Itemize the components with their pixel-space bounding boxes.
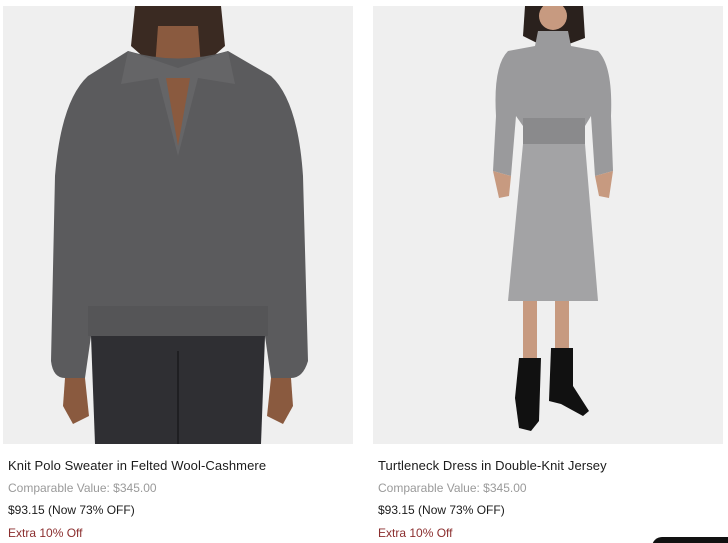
product-name[interactable]: Turtleneck Dress in Double-Knit Jersey <box>378 458 607 473</box>
product-card[interactable]: Knit Polo Sweater in Felted Wool-Cashmer… <box>3 6 353 540</box>
product-card[interactable]: Turtleneck Dress in Double-Knit Jersey C… <box>373 6 723 540</box>
sale-price: $93.15 (Now 73% OFF) <box>8 503 135 517</box>
product-image[interactable] <box>373 6 723 444</box>
comparable-value: Comparable Value: $345.00 <box>378 481 527 495</box>
comparable-value: Comparable Value: $345.00 <box>8 481 157 495</box>
promo-label: Extra 10% Off <box>8 526 83 540</box>
product-image[interactable] <box>3 6 353 444</box>
product-photo-dress <box>493 6 613 431</box>
chat-launcher-button[interactable] <box>652 537 728 543</box>
product-photo-sweater <box>51 6 308 444</box>
product-name[interactable]: Knit Polo Sweater in Felted Wool-Cashmer… <box>8 458 266 473</box>
sale-price: $93.15 (Now 73% OFF) <box>378 503 505 517</box>
promo-label: Extra 10% Off <box>378 526 453 540</box>
product-grid: Knit Polo Sweater in Felted Wool-Cashmer… <box>0 0 728 543</box>
